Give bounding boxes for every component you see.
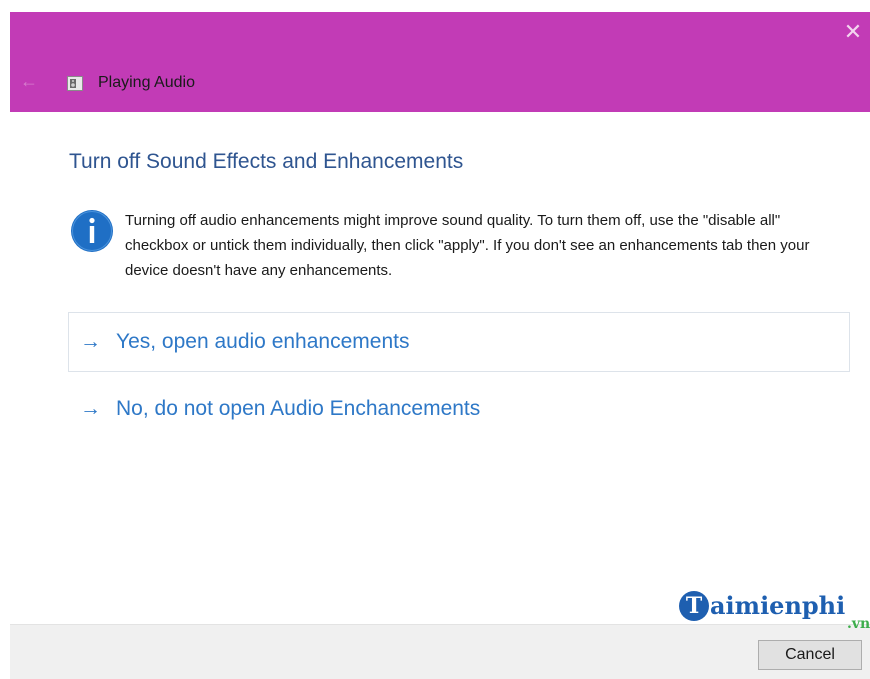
watermark-suffix: .vn xyxy=(847,616,870,632)
dialog-window: ✕ ← Playing Audio Turn off Sound Effects… xyxy=(10,12,870,679)
watermark-initial: T xyxy=(679,591,709,621)
no-do-not-open-option[interactable]: → No, do not open Audio Enchancements xyxy=(68,379,850,439)
arrow-right-icon: → xyxy=(80,397,101,420)
watermark-text: aimienphi xyxy=(710,591,846,620)
title-bar: ✕ ← Playing Audio xyxy=(10,12,870,112)
window-title: Playing Audio xyxy=(98,74,195,91)
back-button[interactable]: ← xyxy=(18,70,40,92)
arrow-right-icon: → xyxy=(80,330,101,353)
yes-open-enhancements-option[interactable]: → Yes, open audio enhancements xyxy=(68,312,850,372)
close-icon: ✕ xyxy=(843,19,863,44)
option-label: Yes, open audio enhancements xyxy=(116,330,410,353)
speaker-app-icon xyxy=(67,76,83,91)
option-label: No, do not open Audio Enchancements xyxy=(116,397,481,420)
info-message: Turning off audio enhancements might imp… xyxy=(125,212,810,279)
page-heading: Turn off Sound Effects and Enhancements xyxy=(69,150,464,173)
close-button[interactable]: ✕ xyxy=(836,12,870,52)
cancel-button[interactable]: Cancel xyxy=(758,640,862,670)
back-arrow-icon: ← xyxy=(20,71,38,91)
watermark-logo: T aimienphi .vn xyxy=(679,588,870,636)
info-icon xyxy=(71,210,113,252)
